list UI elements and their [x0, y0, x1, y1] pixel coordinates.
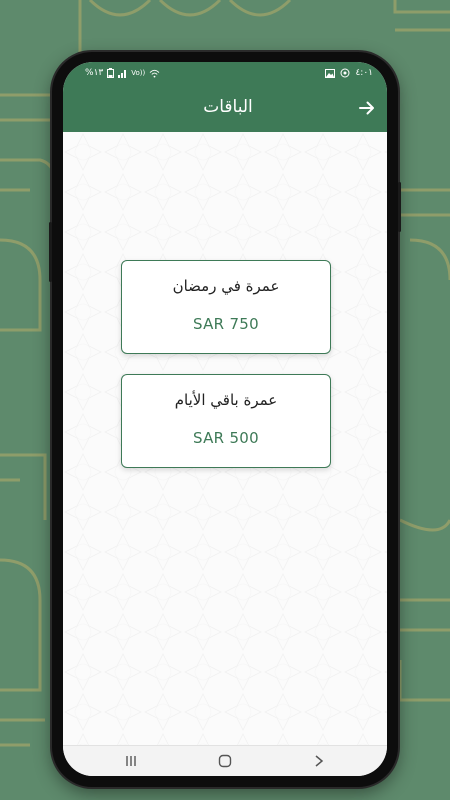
signal-icon: [118, 69, 127, 78]
package-card[interactable]: عمرة في رمضان SAR 750: [121, 260, 331, 354]
package-price: SAR 500: [193, 429, 259, 447]
package-card[interactable]: عمرة باقي الأيام SAR 500: [121, 374, 331, 468]
packages-content: عمرة في رمضان SAR 750 عمرة باقي الأيام S…: [63, 132, 387, 746]
volume-button: [49, 222, 52, 282]
battery-percent: %١٣: [85, 68, 104, 78]
power-button: [398, 182, 401, 232]
arrow-right-icon: [359, 101, 374, 115]
back-nav-button[interactable]: [307, 752, 331, 770]
page-title: الباقات: [203, 97, 253, 117]
wifi-icon: [149, 69, 160, 78]
package-title: عمرة باقي الأيام: [174, 391, 278, 409]
screen: %١٣ Vo)) ٤:٠١ الباقات عمرة في رمضان SAR …: [63, 62, 387, 776]
recents-button[interactable]: [119, 752, 143, 770]
home-button[interactable]: [213, 752, 237, 770]
home-icon: [218, 754, 232, 768]
package-title: عمرة في رمضان: [172, 277, 280, 295]
chevron-right-icon: [315, 755, 324, 767]
status-bar: %١٣ Vo)) ٤:٠١: [63, 62, 387, 84]
status-left: %١٣ Vo)): [85, 68, 160, 78]
recents-icon: [126, 756, 136, 766]
image-icon: [325, 68, 336, 78]
phone-frame: %١٣ Vo)) ٤:٠١ الباقات عمرة في رمضان SAR …: [49, 52, 401, 787]
app-header: %١٣ Vo)) ٤:٠١ الباقات: [63, 62, 387, 132]
back-button[interactable]: [353, 94, 381, 122]
system-nav-bar: [63, 745, 387, 776]
package-price: SAR 750: [193, 315, 259, 333]
network-label: Vo)): [131, 69, 146, 77]
battery-icon: [107, 68, 115, 78]
status-time: ٤:٠١: [355, 68, 373, 78]
sync-icon: [340, 68, 350, 78]
status-right: ٤:٠١: [325, 68, 373, 78]
app-bar: الباقات: [63, 84, 387, 132]
